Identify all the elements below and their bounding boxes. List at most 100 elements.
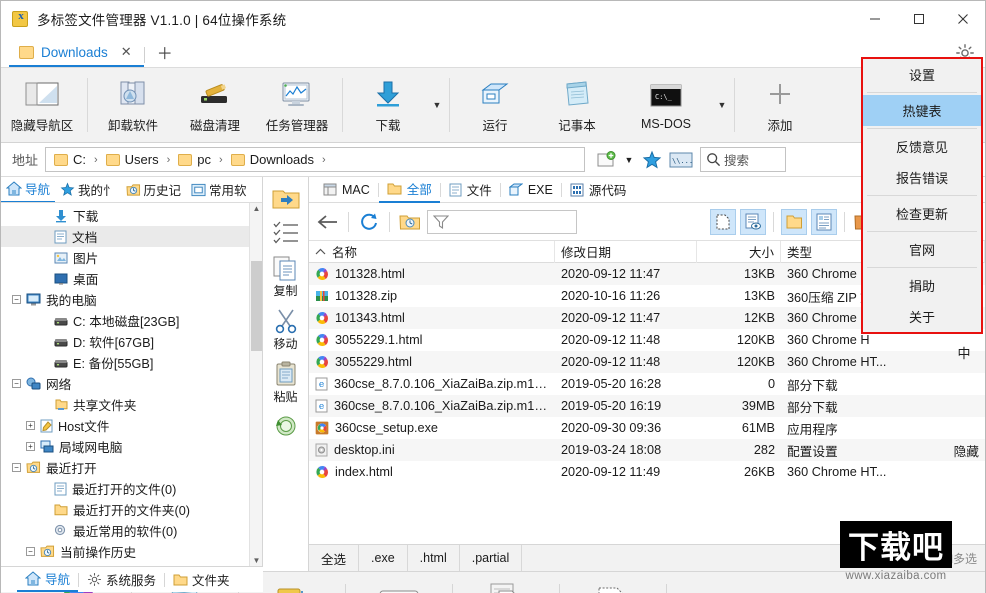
tree-item[interactable]: + Host文件 (1, 415, 262, 436)
midbar-move[interactable]: 移动 (264, 304, 308, 355)
menu-item[interactable]: 捐助 (863, 270, 981, 301)
preview-icon[interactable] (740, 208, 766, 235)
scroll-up-arrow[interactable]: ▲ (250, 204, 262, 218)
menu-item[interactable]: 官网 (863, 234, 981, 265)
column-header-size[interactable]: 大小 (697, 240, 781, 263)
file-tab-mac[interactable]: MAC (315, 177, 378, 203)
column-header-name[interactable]: 名称 (309, 240, 555, 263)
chevron-down-icon[interactable]: ▼ (429, 68, 445, 142)
add-tab-button[interactable]: ＋ (147, 40, 183, 67)
toolbar-add[interactable]: 添加 (739, 68, 821, 142)
minimize-button[interactable] (853, 1, 897, 37)
toolbar-run[interactable]: 运行 (454, 68, 536, 142)
new-folder-icon[interactable] (593, 148, 619, 172)
breadcrumb-item-c[interactable]: C: (52, 152, 88, 167)
toolbar-disk-clean[interactable]: 磁盘清理 (174, 68, 256, 142)
breadcrumb-item-users[interactable]: Users (104, 152, 161, 167)
breadcrumb-item-pc[interactable]: pc (176, 152, 213, 167)
tree-twisty[interactable]: + (26, 442, 35, 451)
breadcrumb[interactable]: C: › Users › pc › Downloads › (45, 147, 585, 172)
tree-item[interactable]: 共享文件夹 (1, 394, 262, 415)
scroll-thumb[interactable] (251, 261, 262, 351)
midbar-paste[interactable]: 粘贴 (264, 357, 308, 408)
table-row[interactable]: desktop.ini 2019-03-24 18:08 282 配置设置 隐藏 (309, 439, 985, 461)
star-icon[interactable] (639, 148, 665, 172)
file-tab-exe[interactable]: EXE (501, 177, 561, 203)
search-input[interactable]: 搜索 (700, 147, 786, 172)
table-row[interactable]: index.html 2020-09-12 11:49 26KB 360 Chrome… (309, 461, 985, 483)
toolbar-hide-nav[interactable]: 隐藏导航区 (1, 68, 83, 142)
toolbar-msdos[interactable]: C:\_ MS-DOS (618, 68, 714, 142)
midbar-history[interactable] (264, 410, 308, 441)
tree-item[interactable]: 桌面 (1, 268, 262, 289)
menu-item[interactable]: 检查更新 (863, 198, 981, 229)
filter-chip-all[interactable]: 全选 (309, 545, 360, 571)
midbar-copy[interactable]: 复制 (264, 251, 308, 302)
file-tab-all[interactable]: 全部 (378, 177, 440, 203)
toolbar-task-manager[interactable]: 任务管理器 (256, 68, 338, 142)
tree-scrollbar[interactable]: ▲ ▼ (249, 203, 262, 571)
menu-item[interactable]: 关于 (863, 301, 981, 332)
cmd-icon[interactable]: \\... (668, 148, 694, 172)
tab-downloads[interactable]: Downloads ✕ (9, 39, 144, 67)
chevron-right-icon[interactable]: › (215, 154, 227, 166)
tree-twisty[interactable]: + (26, 421, 35, 430)
tree-item[interactable]: C: 本地磁盘[23GB] (1, 310, 262, 331)
table-row[interactable]: e 360cse_8.7.0.106_XiaZaiBa.zip.m1dgy… 201… (309, 373, 985, 395)
back-arrow-icon[interactable] (315, 209, 341, 235)
table-row[interactable]: e 360cse_8.7.0.106_XiaZaiBa.zip.m1dgy… 201… (309, 395, 985, 417)
toolbar-download[interactable]: 下载 (347, 68, 429, 142)
chevron-down-icon[interactable]: ▼ (622, 148, 636, 172)
action-pause[interactable]: 暂 (560, 572, 666, 593)
tree-item[interactable]: 最近常用的软件(0) (1, 520, 262, 541)
select-none-icon[interactable] (710, 208, 736, 235)
detail-view-icon[interactable] (811, 208, 837, 235)
action-extra[interactable] (667, 572, 773, 593)
table-row[interactable]: 3055229.html 2020-09-12 11:48 120KB 360 Chr… (309, 351, 985, 373)
tree-item[interactable]: 最近打开的文件夹(0) (1, 499, 262, 520)
tree-item[interactable]: − 我的电脑 (1, 289, 262, 310)
filter-chip-html[interactable]: .html (408, 545, 460, 571)
tree-twisty[interactable]: − (12, 295, 21, 304)
toolbar-notepad[interactable]: 记事本 (536, 68, 618, 142)
filter-chip-exe[interactable]: .exe (359, 545, 408, 571)
column-header-date[interactable]: 修改日期 (555, 240, 697, 263)
toolbar-uninstall[interactable]: 卸载软件 (92, 68, 174, 142)
nav-tab-apps[interactable]: 常用软 (186, 177, 252, 202)
filter-input[interactable] (427, 209, 577, 234)
chevron-right-icon[interactable]: › (163, 154, 175, 166)
menu-item[interactable]: 反馈意见 (863, 131, 981, 162)
action-duplicate[interactable]: 复制一份 (453, 572, 559, 593)
chevron-down-icon[interactable]: ▼ (714, 68, 730, 142)
filter-chip-partial[interactable]: .partial (460, 545, 523, 571)
midbar-select[interactable] (264, 216, 308, 249)
nav-tab-favorites[interactable]: 我的忄 (55, 177, 121, 202)
tree-twisty[interactable]: − (12, 379, 21, 388)
folder-view-icon[interactable] (781, 208, 807, 235)
menu-item[interactable]: 报告错误 (863, 162, 981, 193)
recent-folder-icon[interactable] (397, 209, 423, 235)
tree-item[interactable]: 文档 (1, 226, 262, 247)
status-folder[interactable]: 文件夹 (165, 567, 238, 592)
file-tab-source[interactable]: 源代码 (562, 177, 635, 203)
table-row[interactable]: 360cse_setup.exe 2020-09-30 09:36 61MB 应用程序 (309, 417, 985, 439)
nav-tab-history[interactable]: 历史记 (121, 177, 187, 202)
close-button[interactable] (941, 1, 985, 37)
refresh-icon[interactable] (356, 209, 382, 235)
menu-item[interactable]: 热键表 (863, 95, 981, 126)
tree-item[interactable]: − 最近打开 (1, 457, 262, 478)
breadcrumb-item-downloads[interactable]: Downloads (229, 152, 316, 167)
tree-item[interactable]: D: 软件[67GB] (1, 331, 262, 352)
status-system-service[interactable]: 系统服务 (79, 567, 164, 592)
chevron-right-icon[interactable]: › (318, 154, 330, 166)
tree-item[interactable]: E: 备份[55GB] (1, 352, 262, 373)
file-tab-files[interactable]: 文件 (441, 177, 500, 203)
tree-item[interactable]: 下载 (1, 205, 262, 226)
tree-twisty[interactable]: − (26, 547, 35, 556)
tree-item[interactable]: 图片 (1, 247, 262, 268)
status-nav[interactable]: 导航 (17, 567, 79, 592)
action-rename[interactable]: 重命名 (346, 572, 452, 593)
maximize-button[interactable] (897, 1, 941, 37)
nav-tab-navigation[interactable]: 导航 (1, 177, 56, 202)
tree-item[interactable]: 最近打开的文件(0) (1, 478, 262, 499)
